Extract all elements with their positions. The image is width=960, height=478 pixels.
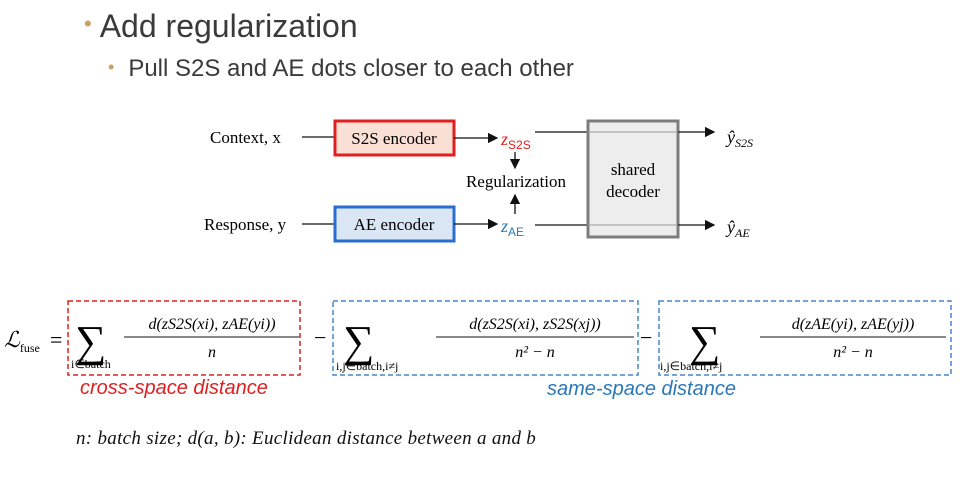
- architecture-diagram: Context, x Response, y S2S encoder AE en…: [4, 119, 952, 376]
- z-ae-label: zAE: [500, 216, 524, 239]
- s2s-encoder-label: S2S encoder: [351, 129, 437, 148]
- term2-denominator: n² − n: [515, 344, 555, 361]
- y-s2s-label: ŷS2S: [725, 127, 753, 150]
- context-label: Context, x: [210, 128, 281, 147]
- term1-denominator: n: [208, 344, 216, 361]
- ae-encoder-label: AE encoder: [354, 215, 435, 234]
- term2-numerator: d(zS2S(xi), zS2S(xj)): [469, 316, 601, 333]
- formula-lhs: ℒfuse: [4, 327, 40, 355]
- z-s2s-label: zS2S: [500, 129, 531, 152]
- sum1-index: i∈batch: [71, 357, 111, 371]
- response-label: Response, y: [204, 215, 287, 234]
- minus-sign-2: −: [640, 325, 652, 350]
- decoder-label-line2: decoder: [606, 182, 660, 201]
- footnote: n: batch size; d(a, b): Euclidean distan…: [76, 428, 537, 449]
- sum2-index: i,j∈batch,i≠j: [336, 359, 398, 373]
- y-ae-label: ŷAE: [725, 217, 750, 240]
- regularization-label: Regularization: [466, 172, 567, 191]
- shared-decoder-box: [586, 119, 680, 239]
- term1-numerator: d(zS2S(xi), zAE(yi)): [148, 316, 275, 333]
- decoder-label-line1: shared: [611, 160, 656, 179]
- cross-space-caption: cross-space distance: [80, 377, 268, 399]
- term3-denominator: n² − n: [833, 344, 873, 361]
- equals-sign: =: [50, 327, 62, 352]
- same-space-caption: same-space distance: [547, 378, 736, 400]
- minus-sign-1: −: [314, 325, 326, 350]
- term3-numerator: d(zAE(yi), zAE(yj)): [792, 316, 915, 333]
- sum3-index: i,j∈batch,i≠j: [660, 359, 722, 373]
